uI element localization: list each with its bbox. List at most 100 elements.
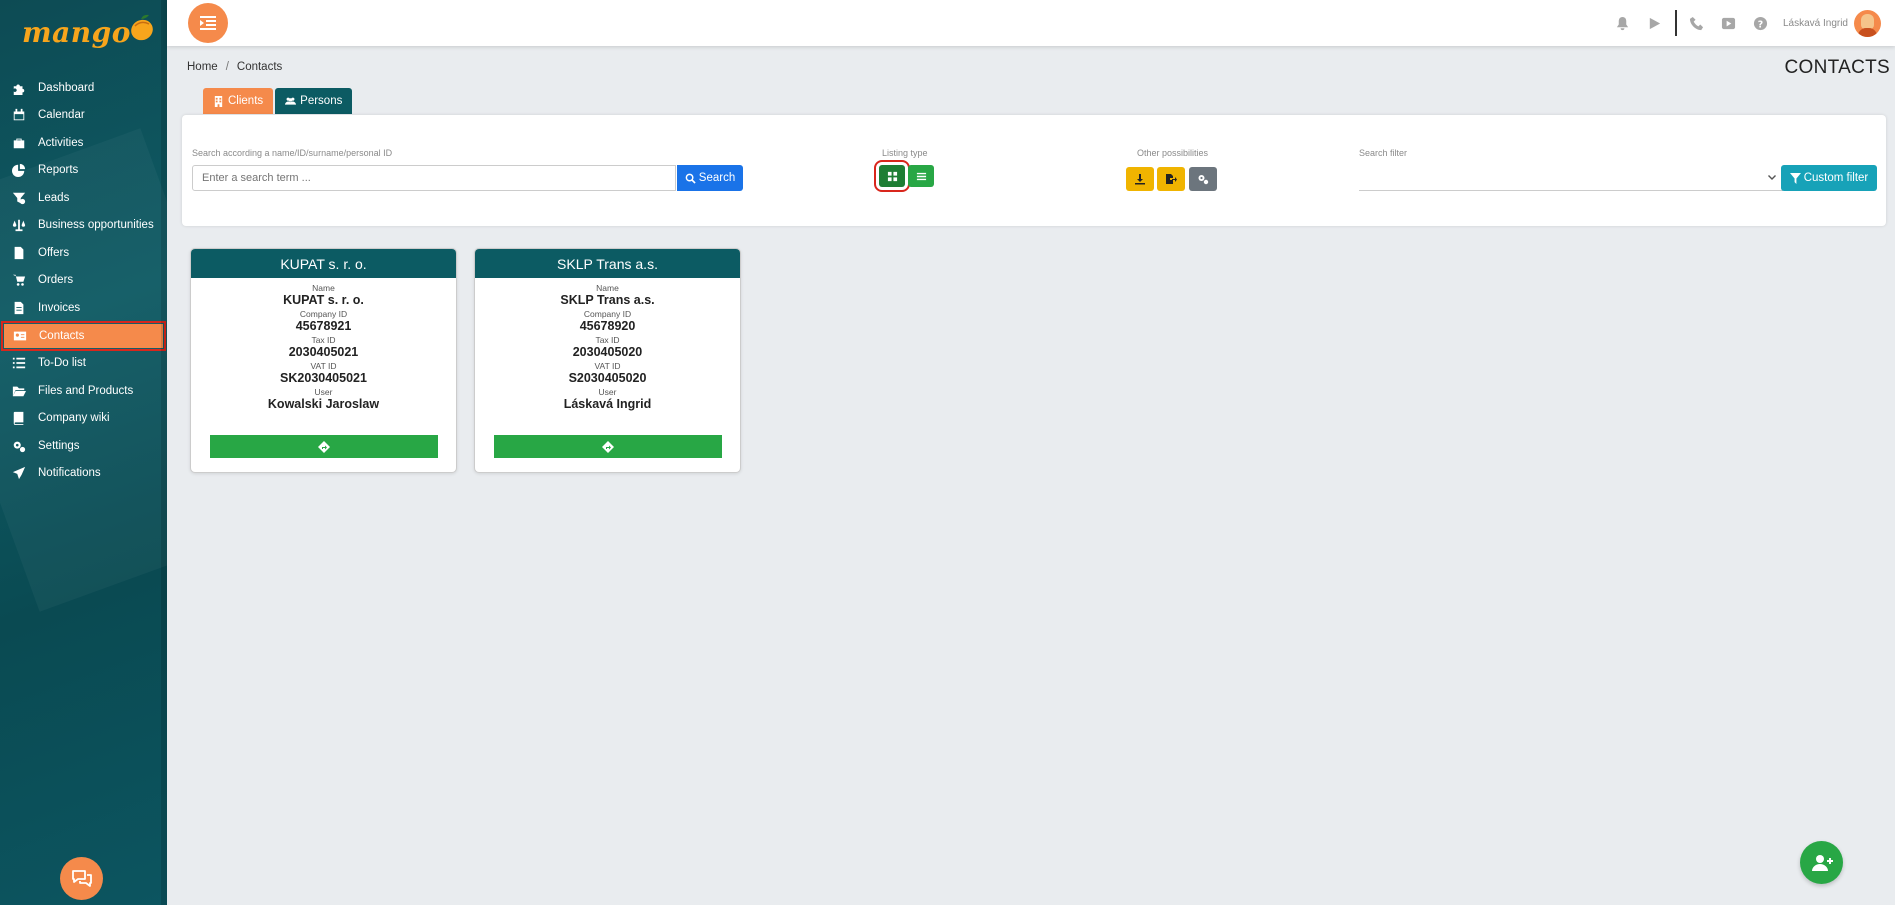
sidebar-item-dashboard[interactable]: Dashboard bbox=[0, 74, 167, 102]
field-label: Company ID bbox=[583, 309, 632, 319]
help-icon[interactable]: ? bbox=[1753, 15, 1769, 31]
export-button[interactable] bbox=[1157, 167, 1185, 191]
field-value: 2030405021 bbox=[288, 345, 359, 359]
field-label: Tax ID bbox=[595, 335, 620, 345]
cogs-icon bbox=[1198, 175, 1209, 185]
card-title: KUPAT s. r. o. bbox=[191, 249, 456, 278]
sidebar-item-label: Business opportunities bbox=[38, 219, 154, 232]
address-card-icon bbox=[12, 329, 28, 343]
sidebar-item-company-wiki[interactable]: Company wiki bbox=[0, 405, 167, 433]
card-body: Name SKLP Trans a.s. Company ID 45678920… bbox=[475, 278, 740, 412]
field-value: Kowalski Jaroslaw bbox=[267, 397, 380, 411]
add-contact-button[interactable] bbox=[1800, 841, 1843, 884]
search-input[interactable] bbox=[192, 165, 676, 191]
field-value: S2030405020 bbox=[568, 371, 647, 385]
breadcrumb-current: Contacts bbox=[236, 61, 283, 73]
sidebar-item-activities[interactable]: Activities bbox=[0, 129, 167, 157]
tab-clients[interactable]: Clients bbox=[203, 88, 274, 114]
sidebar-item-reports[interactable]: Reports bbox=[0, 157, 167, 185]
sidebar-nav: Dashboard Calendar Activities Reports Le… bbox=[0, 74, 167, 487]
phone-icon[interactable] bbox=[1689, 15, 1705, 31]
breadcrumb-separator: / bbox=[225, 61, 229, 73]
breadcrumb-home[interactable]: Home bbox=[187, 61, 218, 73]
card-detail-button[interactable] bbox=[494, 435, 722, 458]
list-icon bbox=[916, 172, 926, 180]
users-icon bbox=[285, 97, 297, 105]
chevron-down-icon bbox=[1768, 175, 1776, 180]
sidebar-item-files-and-products[interactable]: Files and Products bbox=[0, 377, 167, 405]
sidebar-item-label: Invoices bbox=[38, 301, 81, 314]
field-label: User bbox=[598, 387, 617, 397]
field-label: Name bbox=[312, 283, 335, 293]
breadcrumb: Home / Contacts bbox=[187, 61, 282, 73]
custom-filter-button[interactable]: Custom filter bbox=[1781, 165, 1877, 191]
bell-icon[interactable] bbox=[1615, 15, 1631, 31]
sidebar-item-label: To-Do list bbox=[38, 357, 86, 370]
field-label: Name bbox=[596, 283, 619, 293]
puzzle-icon bbox=[11, 81, 27, 95]
directions-icon bbox=[602, 440, 614, 453]
search-panel: Search according a name/ID/surname/perso… bbox=[182, 115, 1886, 226]
sidebar-item-offers[interactable]: Offers bbox=[0, 239, 167, 267]
sidebar-item-label: Files and Products bbox=[38, 384, 134, 397]
settings-button[interactable] bbox=[1189, 167, 1217, 191]
pie-chart-icon bbox=[11, 163, 27, 178]
field-value: 45678921 bbox=[295, 319, 352, 333]
logo[interactable]: mango bbox=[22, 12, 155, 52]
sidebar-item-invoices[interactable]: Invoices bbox=[0, 294, 167, 322]
menu-outdent-icon bbox=[200, 16, 216, 30]
menu-toggle-button[interactable] bbox=[188, 3, 228, 43]
mango-logo-icon bbox=[131, 14, 153, 41]
sidebar-item-notifications[interactable]: Notifications bbox=[0, 460, 167, 488]
listing-list-button[interactable] bbox=[908, 165, 934, 187]
briefcase-icon bbox=[11, 136, 27, 150]
calendar-icon bbox=[11, 108, 27, 122]
download-button[interactable] bbox=[1126, 167, 1154, 191]
sidebar-item-settings[interactable]: Settings bbox=[0, 432, 167, 460]
sidebar-item-label: Leads bbox=[38, 191, 70, 204]
paper-plane-icon bbox=[11, 466, 27, 480]
sidebar-item-label: Dashboard bbox=[38, 81, 95, 94]
grid-icon bbox=[887, 171, 897, 181]
card-detail-button[interactable] bbox=[210, 435, 438, 458]
page-title: CONTACTS bbox=[1784, 57, 1890, 78]
sidebar-item-calendar[interactable]: Calendar bbox=[0, 102, 167, 130]
avatar[interactable] bbox=[1854, 9, 1881, 37]
directions-icon bbox=[318, 440, 330, 453]
search-button[interactable]: Search bbox=[677, 165, 743, 191]
listing-grid-button[interactable] bbox=[874, 160, 910, 192]
contact-type-tabs: Clients Persons bbox=[203, 88, 353, 114]
field-label: User bbox=[314, 387, 333, 397]
chat-button[interactable] bbox=[60, 857, 103, 900]
sidebar: mango Dashboard Calendar Activities Repo… bbox=[0, 0, 167, 905]
file-export-icon bbox=[1166, 174, 1177, 184]
sidebar-item-business-opportunities[interactable]: Business opportunities bbox=[0, 212, 167, 240]
field-value: KUPAT s. r. o. bbox=[283, 293, 364, 307]
folder-open-icon bbox=[11, 384, 27, 398]
field-label: VAT ID bbox=[310, 361, 337, 371]
cart-icon bbox=[11, 273, 27, 287]
field-value: Láskavá Ingrid bbox=[563, 397, 652, 411]
youtube-icon[interactable] bbox=[1721, 15, 1737, 31]
filter-icon bbox=[1789, 172, 1801, 184]
search-icon bbox=[685, 173, 696, 184]
building-icon bbox=[214, 95, 223, 107]
play-icon[interactable] bbox=[1647, 15, 1663, 31]
file-icon bbox=[11, 246, 27, 260]
tab-label: Clients bbox=[228, 95, 264, 107]
search-label: Search according a name/ID/surname/perso… bbox=[192, 148, 393, 158]
svg-text:?: ? bbox=[1758, 19, 1763, 30]
sidebar-item-todo-list[interactable]: To-Do list bbox=[0, 350, 167, 378]
field-label: Company ID bbox=[299, 309, 348, 319]
user-name[interactable]: Láskavá Ingrid bbox=[1783, 18, 1848, 29]
sidebar-item-contacts[interactable]: Contacts bbox=[1, 320, 166, 351]
other-possibilities-label: Other possibilities bbox=[1137, 148, 1209, 158]
balance-scale-icon bbox=[11, 218, 27, 232]
field-label: VAT ID bbox=[594, 361, 621, 371]
book-icon bbox=[11, 411, 27, 426]
sidebar-item-leads[interactable]: Leads bbox=[0, 184, 167, 212]
sidebar-item-orders[interactable]: Orders bbox=[0, 267, 167, 295]
topbar-icons: ? Láskavá Ingrid bbox=[1607, 9, 1881, 37]
tab-persons[interactable]: Persons bbox=[275, 88, 353, 114]
search-filter-select[interactable] bbox=[1359, 165, 1783, 191]
